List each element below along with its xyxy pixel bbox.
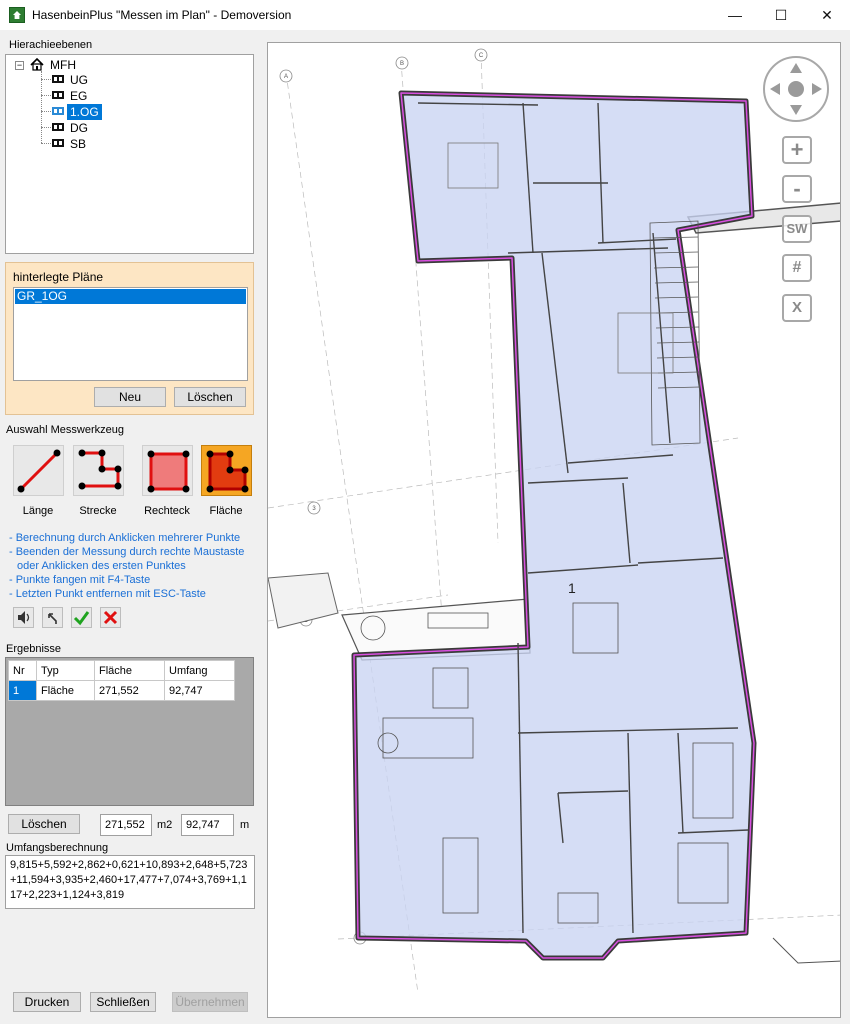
grid-label-b: B bbox=[400, 61, 404, 67]
plans-list[interactable]: GR_1OG bbox=[13, 287, 248, 381]
close-plan-button[interactable]: X bbox=[782, 294, 812, 322]
level-icon bbox=[52, 139, 64, 147]
level-icon bbox=[52, 75, 64, 83]
zoom-in-button[interactable]: + bbox=[782, 136, 812, 164]
level-icon bbox=[52, 107, 64, 115]
pan-arrows-icon bbox=[770, 63, 822, 115]
app-icon bbox=[9, 7, 25, 23]
plans-panel: hinterlegte Pläne GR_1OG Neu Löschen bbox=[5, 262, 254, 415]
apply-button[interactable]: Übernehmen bbox=[172, 992, 248, 1012]
new-plan-button[interactable]: Neu bbox=[94, 387, 166, 407]
hierarchy-tree[interactable]: − MFH UG EG 1.OG DG SB bbox=[5, 54, 254, 254]
plans-label: hinterlegte Pläne bbox=[13, 270, 104, 284]
polyline-tool-icon bbox=[78, 449, 122, 490]
undo-icon bbox=[48, 613, 57, 624]
perimeter-calc-label: Umfangsberechnung bbox=[6, 842, 109, 854]
table-row[interactable]: 1 Fläche 271,552 92,747 bbox=[8, 680, 235, 701]
print-button[interactable]: Drucken bbox=[13, 992, 81, 1012]
polyline-tool-label: Strecke bbox=[79, 505, 117, 517]
results-table[interactable]: Nr Typ Fläche Umfang 1 Fläche 271,552 92… bbox=[5, 657, 254, 806]
length-tool-label: Länge bbox=[22, 505, 54, 517]
tree-item-dg[interactable]: DG bbox=[68, 120, 90, 136]
close-button[interactable]: ✕ bbox=[804, 0, 850, 30]
level-icon bbox=[52, 91, 64, 99]
pan-control[interactable] bbox=[763, 56, 829, 122]
cell-flaeche: 271,552 bbox=[94, 680, 165, 701]
results-label: Ergebnisse bbox=[6, 643, 62, 655]
tree-item-ug[interactable]: UG bbox=[68, 72, 90, 88]
line-tool-icon bbox=[17, 449, 61, 493]
polyline-tool-button[interactable] bbox=[73, 445, 124, 496]
grid-label-a: A bbox=[284, 74, 288, 80]
speaker-icon bbox=[18, 611, 30, 624]
length-tool-button[interactable] bbox=[13, 445, 64, 496]
perimeter-calc-text: 9,815+5,592+2,862+0,621+10,893+2,648+5,7… bbox=[5, 855, 255, 909]
close-dialog-button[interactable]: Schließen bbox=[90, 992, 156, 1012]
plan-marker-label: 1 bbox=[568, 580, 576, 596]
grid-toggle-button[interactable]: # bbox=[782, 254, 812, 282]
col-header-flaeche: Fläche bbox=[94, 660, 165, 681]
hierarchy-label: Hierachieebenen bbox=[9, 39, 93, 51]
undo-button[interactable] bbox=[42, 607, 63, 628]
table-header-row: Nr Typ Fläche Umfang bbox=[8, 660, 235, 681]
hint-line: - Punkte fangen mit F4-Taste bbox=[9, 574, 151, 586]
checkmark-icon bbox=[73, 611, 90, 626]
cancel-button[interactable] bbox=[100, 607, 121, 628]
area-unit-label: m2 bbox=[157, 819, 173, 831]
sw-toggle-button[interactable]: SW bbox=[782, 215, 812, 243]
title-bar: HasenbeinPlus "Messen im Plan" - Demover… bbox=[0, 0, 850, 30]
maximize-button[interactable]: ☐ bbox=[758, 0, 804, 30]
rectangle-tool-button[interactable] bbox=[142, 445, 193, 496]
plan-item[interactable]: GR_1OG bbox=[15, 289, 246, 304]
col-header-nr: Nr bbox=[8, 660, 37, 681]
plan-canvas[interactable]: A B C 3 2 1 bbox=[267, 42, 841, 1018]
area-value-field: 271,552 bbox=[100, 814, 152, 836]
tree-item-1og[interactable]: 1.OG bbox=[67, 104, 102, 120]
cell-nr: 1 bbox=[8, 680, 37, 701]
hint-line: - Berechnung durch Anklicken mehrerer Pu… bbox=[9, 532, 241, 544]
rectangle-tool-label: Rechteck bbox=[144, 505, 190, 517]
rectangle-tool-icon bbox=[147, 450, 190, 493]
delete-results-button[interactable]: Löschen bbox=[8, 814, 80, 834]
hint-line: oder Anklicken des ersten Punktes bbox=[17, 560, 186, 572]
perimeter-value-field: 92,747 bbox=[181, 814, 234, 836]
tree-item-sb[interactable]: SB bbox=[68, 136, 88, 152]
polygon-area-tool-icon bbox=[206, 450, 249, 493]
perimeter-unit-label: m bbox=[240, 819, 250, 831]
cell-typ: Fläche bbox=[36, 680, 95, 701]
ok-button[interactable] bbox=[71, 607, 92, 628]
cell-umfang: 92,747 bbox=[164, 680, 235, 701]
window-title: HasenbeinPlus "Messen im Plan" - Demover… bbox=[32, 8, 292, 22]
hint-line: - Beenden der Messung durch rechte Maust… bbox=[9, 546, 245, 558]
minimize-button[interactable]: — bbox=[712, 0, 758, 30]
tree-item-eg[interactable]: EG bbox=[68, 88, 89, 104]
level-icon bbox=[52, 123, 64, 131]
area-tool-label: Fläche bbox=[209, 505, 243, 517]
zoom-out-button[interactable]: - bbox=[782, 175, 812, 203]
tree-root-mfh[interactable]: MFH bbox=[50, 57, 76, 73]
cross-icon bbox=[103, 610, 118, 625]
col-header-umfang: Umfang bbox=[164, 660, 235, 681]
area-tool-button[interactable] bbox=[201, 445, 252, 496]
col-header-typ: Typ bbox=[36, 660, 95, 681]
collapse-toggle-icon[interactable]: − bbox=[15, 61, 24, 70]
house-icon bbox=[30, 57, 44, 71]
sound-button[interactable] bbox=[13, 607, 34, 628]
hint-line: - Letzten Punkt entfernen mit ESC-Taste bbox=[9, 588, 206, 600]
floor-plan-drawing: A B C 3 2 1 bbox=[268, 48, 840, 994]
tools-label: Auswahl Messwerkzeug bbox=[6, 424, 124, 436]
grid-label-c: C bbox=[479, 53, 484, 59]
delete-plan-button[interactable]: Löschen bbox=[174, 387, 246, 407]
